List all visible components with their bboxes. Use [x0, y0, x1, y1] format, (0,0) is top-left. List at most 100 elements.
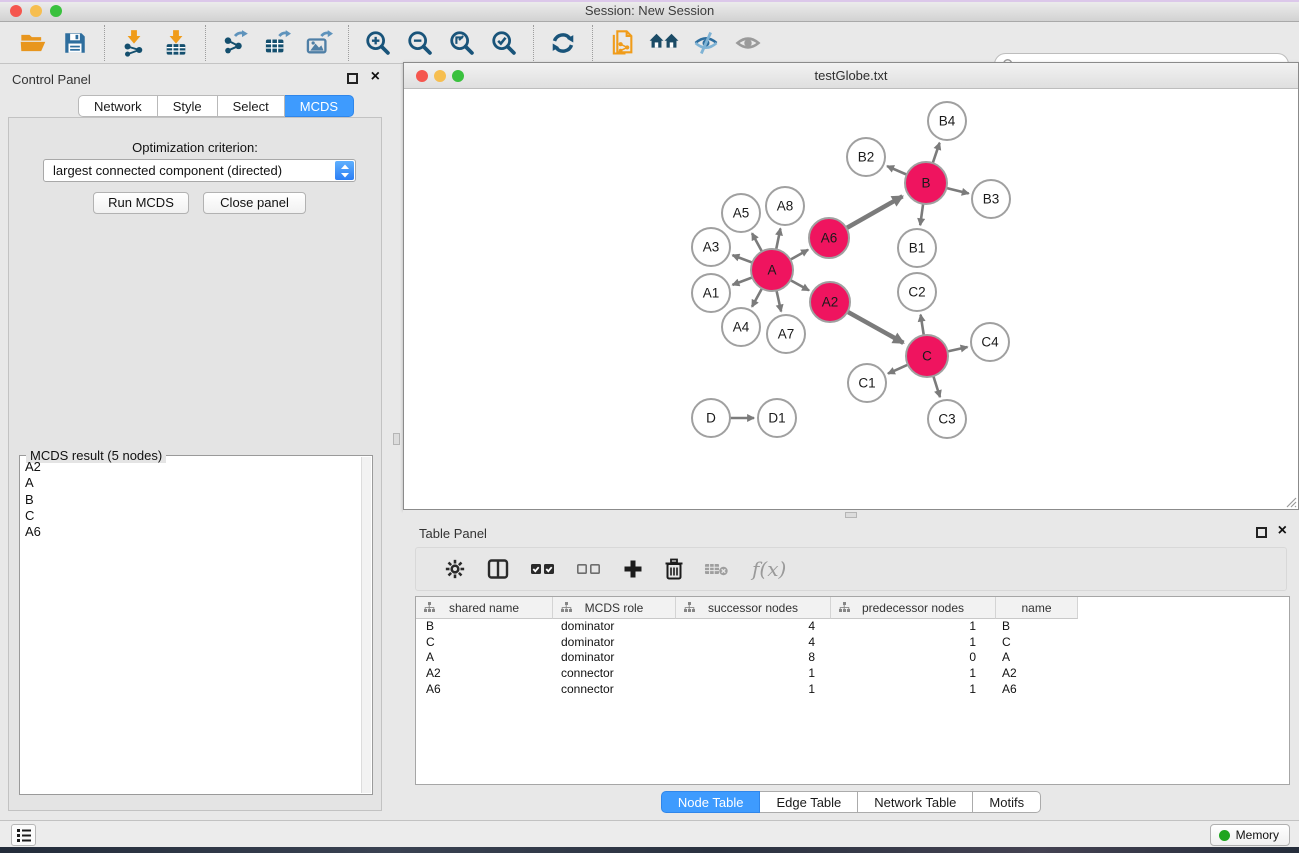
- table-row[interactable]: Bdominator41B: [416, 619, 1289, 635]
- tab-node-table[interactable]: Node Table: [661, 791, 761, 813]
- graph-node-C4[interactable]: C4: [971, 323, 1009, 361]
- graph-node-A5[interactable]: A5: [722, 194, 760, 232]
- run-mcds-button[interactable]: Run MCDS: [93, 192, 189, 214]
- table-row[interactable]: Adominator80A: [416, 650, 1289, 666]
- table-cell[interactable]: 1: [831, 635, 996, 651]
- graph-node-A1[interactable]: A1: [692, 274, 730, 312]
- export-network-icon[interactable]: [220, 28, 250, 58]
- table-cell[interactable]: 1: [676, 666, 831, 682]
- mcds-result-item[interactable]: A2: [21, 459, 361, 475]
- divider-grip[interactable]: [845, 512, 857, 518]
- graph-node-A2[interactable]: A2: [810, 282, 850, 322]
- graph-node-B4[interactable]: B4: [928, 102, 966, 140]
- column-header-name[interactable]: name: [996, 597, 1078, 619]
- table-cell[interactable]: 1: [831, 666, 996, 682]
- zoom-selected-icon[interactable]: [489, 28, 519, 58]
- graph-node-B3[interactable]: B3: [972, 180, 1010, 218]
- graph-node-D1[interactable]: D1: [758, 399, 796, 437]
- network-document-icon[interactable]: [607, 28, 637, 58]
- column-header-shared-name[interactable]: shared name: [416, 597, 553, 619]
- frame-zoom-button[interactable]: [452, 70, 464, 82]
- close-panel-icon[interactable]: ×: [371, 71, 380, 82]
- show-graphics-icon[interactable]: [733, 28, 763, 58]
- tab-mcds[interactable]: MCDS: [285, 95, 354, 117]
- hide-graphics-icon[interactable]: [691, 28, 721, 58]
- graph-node-B[interactable]: B: [905, 162, 947, 204]
- network-frame-titlebar[interactable]: testGlobe.txt: [404, 63, 1298, 89]
- graph-node-A7[interactable]: A7: [767, 315, 805, 353]
- panel-divider-horizontal[interactable]: [403, 510, 1299, 520]
- table-row[interactable]: A2connector11A2: [416, 666, 1289, 682]
- graph-node-D[interactable]: D: [692, 399, 730, 437]
- graph-node-B2[interactable]: B2: [847, 138, 885, 176]
- zoom-in-icon[interactable]: [363, 28, 393, 58]
- graph-node-A4[interactable]: A4: [722, 308, 760, 346]
- table-cell[interactable]: C: [416, 635, 553, 651]
- tab-network-table[interactable]: Network Table: [858, 791, 973, 813]
- frame-minimize-button[interactable]: [434, 70, 446, 82]
- table-cell[interactable]: A6: [416, 682, 553, 698]
- frame-resize-grip[interactable]: [1283, 494, 1297, 508]
- table-cell[interactable]: connector: [553, 666, 676, 682]
- result-scrollbar[interactable]: [361, 457, 371, 793]
- table-cell[interactable]: B: [996, 619, 1078, 635]
- deselect-all-columns-icon[interactable]: [576, 560, 602, 578]
- split-columns-icon[interactable]: [486, 557, 510, 581]
- zoom-out-icon[interactable]: [405, 28, 435, 58]
- zoom-window-button[interactable]: [50, 5, 62, 17]
- import-table-icon[interactable]: [161, 28, 191, 58]
- graph-node-B1[interactable]: B1: [898, 229, 936, 267]
- close-window-button[interactable]: [10, 5, 22, 17]
- graph-node-A8[interactable]: A8: [766, 187, 804, 225]
- divider-grip[interactable]: [393, 433, 400, 445]
- graph-node-C1[interactable]: C1: [848, 364, 886, 402]
- column-header-mcds-role[interactable]: MCDS role: [553, 597, 676, 619]
- table-row[interactable]: A6connector11A6: [416, 682, 1289, 698]
- tab-edge-table[interactable]: Edge Table: [760, 791, 858, 813]
- table-cell[interactable]: 8: [676, 650, 831, 666]
- tab-style[interactable]: Style: [158, 95, 218, 117]
- column-header-predecessor-nodes[interactable]: predecessor nodes: [831, 597, 996, 619]
- select-all-columns-icon[interactable]: [530, 560, 556, 578]
- tab-network[interactable]: Network: [78, 95, 158, 117]
- delete-column-icon[interactable]: [664, 558, 684, 580]
- table-cell[interactable]: A: [416, 650, 553, 666]
- memory-button[interactable]: Memory: [1210, 824, 1290, 846]
- export-table-icon[interactable]: [262, 28, 292, 58]
- zoom-fit-icon[interactable]: [447, 28, 477, 58]
- graph-node-C[interactable]: C: [906, 335, 948, 377]
- optimization-criterion-select[interactable]: largest connected component (directed): [43, 159, 356, 182]
- panel-divider-vertical[interactable]: [390, 64, 404, 820]
- table-cell[interactable]: 0: [831, 650, 996, 666]
- float-panel-icon[interactable]: [347, 73, 358, 84]
- table-cell[interactable]: dominator: [553, 650, 676, 666]
- add-column-icon[interactable]: [622, 558, 644, 580]
- graph-node-C2[interactable]: C2: [898, 273, 936, 311]
- mcds-result-item[interactable]: B: [21, 492, 361, 508]
- column-header-successor-nodes[interactable]: successor nodes: [676, 597, 831, 619]
- graph-node-A3[interactable]: A3: [692, 228, 730, 266]
- task-history-button[interactable]: [11, 824, 36, 846]
- close-panel-icon[interactable]: ×: [1278, 525, 1287, 536]
- mcds-result-item[interactable]: A: [21, 475, 361, 491]
- table-cell[interactable]: 4: [676, 619, 831, 635]
- table-cell[interactable]: A2: [416, 666, 553, 682]
- graph-node-A6[interactable]: A6: [809, 218, 849, 258]
- minimize-window-button[interactable]: [30, 5, 42, 17]
- float-panel-icon[interactable]: [1256, 527, 1267, 538]
- graph-node-C3[interactable]: C3: [928, 400, 966, 438]
- table-cell[interactable]: 1: [676, 682, 831, 698]
- network-graph-canvas[interactable]: A A6 A2 B C A5 A8 A3 A1 A4 A7 B2 B4: [404, 89, 1298, 509]
- close-panel-button[interactable]: Close panel: [203, 192, 306, 214]
- table-cell[interactable]: 1: [831, 682, 996, 698]
- table-cell[interactable]: B: [416, 619, 553, 635]
- table-cell[interactable]: connector: [553, 682, 676, 698]
- table-cell[interactable]: 1: [831, 619, 996, 635]
- frame-close-button[interactable]: [416, 70, 428, 82]
- table-cell[interactable]: C: [996, 635, 1078, 651]
- mcds-result-item[interactable]: C: [21, 508, 361, 524]
- table-row[interactable]: Cdominator41C: [416, 635, 1289, 651]
- table-cell[interactable]: A2: [996, 666, 1078, 682]
- table-cell[interactable]: dominator: [553, 619, 676, 635]
- import-network-icon[interactable]: [119, 28, 149, 58]
